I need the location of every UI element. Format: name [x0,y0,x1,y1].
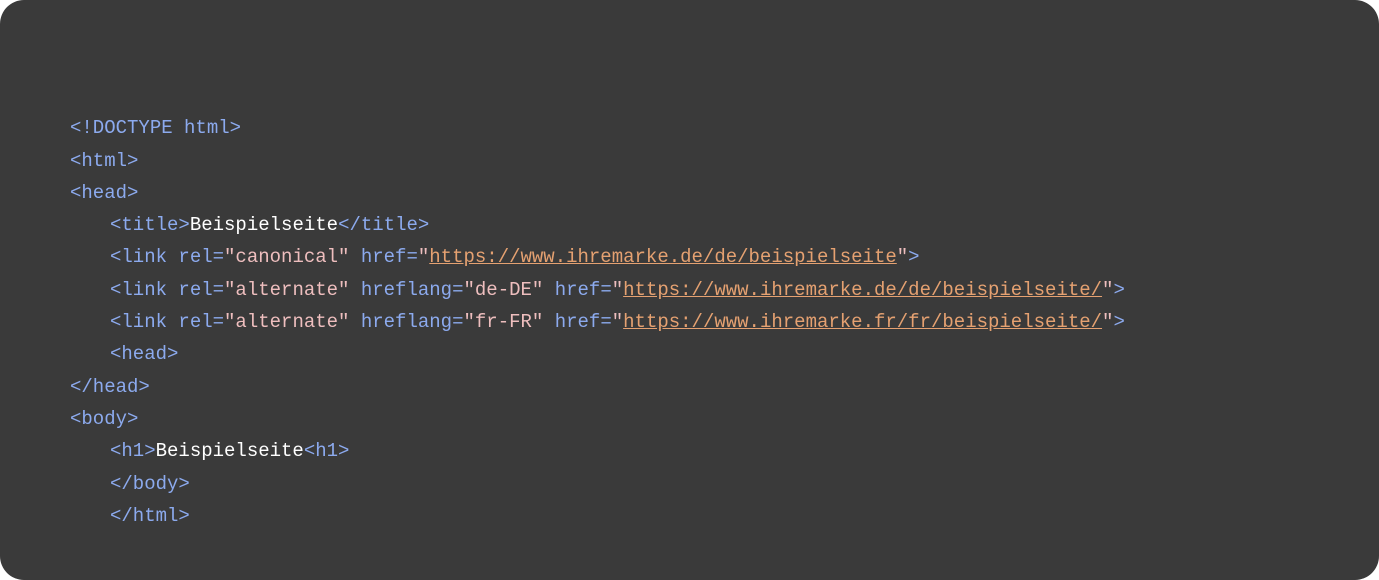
code-line-2: <html> [70,145,1309,177]
link-tag: <link [110,246,178,268]
tag-close: > [1113,279,1124,301]
title-open: <title> [110,214,190,236]
code-line-5: <link rel="canonical" href="https://www.… [70,241,1309,273]
href-attr: href= [543,311,611,333]
tag-close: > [908,246,919,268]
rel-attr: rel= [178,279,224,301]
title-text: Beispielseite [190,214,338,236]
quote-open: " [612,279,623,301]
code-line-4: <title>Beispielseite</title> [70,209,1309,241]
quote-close: " [1102,279,1113,301]
hreflang-attr: hreflang= [349,279,463,301]
code-line-7: <link rel="alternate" hreflang="fr-FR" h… [70,306,1309,338]
code-line-8: <head> [70,338,1309,370]
head-close-tag: </head> [70,376,150,398]
href-attr: href= [349,246,417,268]
code-snippet: <!DOCTYPE html><html><head><title>Beispi… [0,0,1379,580]
quote-close: " [897,246,908,268]
rel-attr: rel= [178,246,224,268]
canonical-url[interactable]: https://www.ihremarke.de/de/beispielseit… [429,246,896,268]
h1-text: Beispielseite [156,440,304,462]
rel-value: "canonical" [224,246,349,268]
href-attr: href= [543,279,611,301]
doctype-tag: <!DOCTYPE html> [70,117,241,139]
link-tag: <link [110,311,178,333]
h1-open: <h1> [110,440,156,462]
code-line-3: <head> [70,177,1309,209]
title-close: </title> [338,214,429,236]
quote-close: " [1102,311,1113,333]
h1-close: <h1> [304,440,350,462]
link-tag: <link [110,279,178,301]
code-line-13: </html> [70,500,1309,532]
head-open-tag: <head> [70,182,138,204]
body-open-tag: <body> [70,408,138,430]
code-line-10: <body> [70,403,1309,435]
alternate-de-url[interactable]: https://www.ihremarke.de/de/beispielseit… [623,279,1102,301]
rel-value: "alternate" [224,311,349,333]
rel-attr: rel= [178,311,224,333]
alternate-fr-url[interactable]: https://www.ihremarke.fr/fr/beispielseit… [623,311,1102,333]
code-line-6: <link rel="alternate" hreflang="de-DE" h… [70,274,1309,306]
rel-value: "alternate" [224,279,349,301]
code-line-9: </head> [70,371,1309,403]
code-line-12: </body> [70,468,1309,500]
hreflang-value: "de-DE" [463,279,543,301]
quote-open: " [612,311,623,333]
hreflang-attr: hreflang= [349,311,463,333]
html-open-tag: <html> [70,150,138,172]
tag-close: > [1113,311,1124,333]
code-line-11: <h1>Beispielseite<h1> [70,435,1309,467]
body-close-tag: </body> [110,473,190,495]
code-line-1: <!DOCTYPE html> [70,112,1309,144]
hreflang-value: "fr-FR" [463,311,543,333]
head-tag: <head> [110,343,178,365]
html-close-tag: </html> [110,505,190,527]
quote-open: " [418,246,429,268]
